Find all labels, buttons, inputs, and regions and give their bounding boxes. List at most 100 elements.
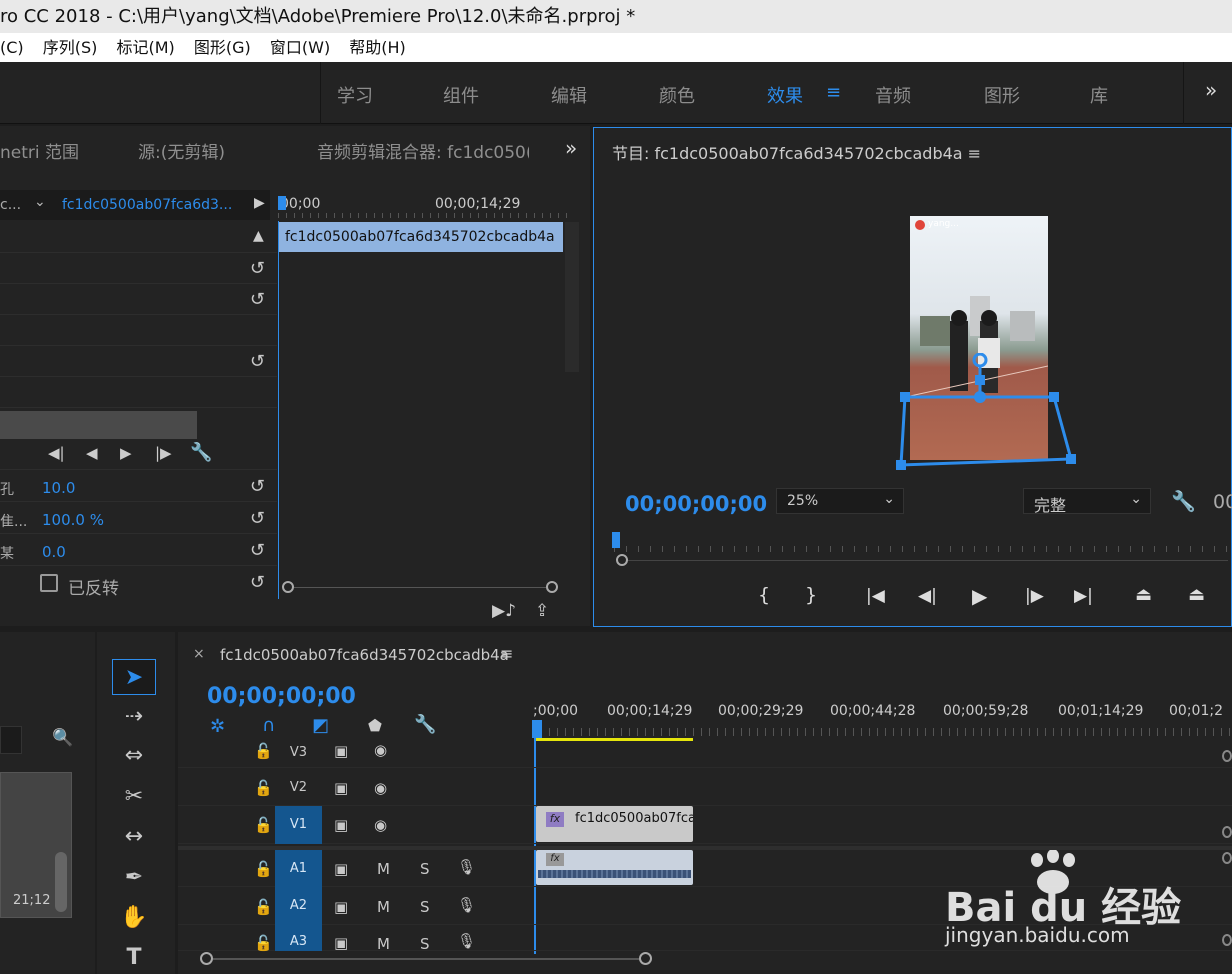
sequence-tab[interactable]: fc1dc0500ab07fca6d345702cbcadb4a (220, 646, 509, 664)
mini-timeline-ruler[interactable]: 00;00 00;00;14;29 (278, 190, 568, 220)
param-value[interactable]: 10.0 (42, 479, 75, 497)
menu-help[interactable]: 帮助(H) (349, 33, 406, 62)
track-label-v1[interactable]: V1 (275, 806, 322, 844)
vertical-scroll-handle[interactable] (1222, 750, 1232, 762)
hand-tool-icon[interactable]: ✋ (112, 900, 156, 936)
scroll-handle-left[interactable] (282, 581, 294, 593)
reset-icon[interactable]: ↺ (250, 476, 265, 497)
workspace-learning[interactable]: 学习 (337, 82, 373, 108)
mask-transform-box[interactable] (892, 353, 1082, 473)
sync-lock-icon[interactable]: ▣ (334, 779, 348, 797)
program-timecode[interactable]: 00;00;00;00 (625, 492, 767, 516)
lock-icon[interactable]: 🔓 (254, 742, 273, 760)
new-bin-icon[interactable]: 🔍 (52, 728, 73, 748)
param-value[interactable]: 0.0 (42, 543, 66, 561)
sync-lock-icon[interactable]: ▣ (334, 816, 348, 834)
menu-markers[interactable]: 标记(M) (117, 33, 175, 62)
reset-icon[interactable]: ↺ (250, 572, 265, 593)
reset-icon[interactable]: ↺ (250, 508, 265, 529)
vertical-scroll-handle[interactable] (1222, 852, 1232, 864)
reset-icon[interactable]: ↺ (250, 289, 265, 310)
tab-lumetri-scopes[interactable]: netri 范围 (0, 138, 79, 163)
video-clip[interactable]: fx fc1dc0500ab07fca6c (536, 806, 693, 842)
level-bar[interactable] (0, 411, 197, 439)
reset-icon[interactable]: ↺ (250, 258, 265, 279)
solo-button[interactable]: S (420, 898, 430, 916)
workspace-libraries[interactable]: 库 (1090, 82, 1108, 108)
slip-tool-icon[interactable]: ↔ (112, 819, 156, 855)
linked-selection-icon[interactable]: ◩ (312, 715, 329, 736)
go-to-out-icon[interactable]: ▶| (1074, 586, 1093, 606)
track-label-a1[interactable]: A1 (275, 850, 322, 887)
lock-icon[interactable]: 🔓 (254, 816, 273, 834)
workspace-menu-icon[interactable]: ≡ (826, 82, 841, 103)
zoom-handle[interactable] (616, 554, 628, 566)
mute-button[interactable]: M (377, 860, 390, 878)
timeline-horizontal-scrollbar[interactable] (200, 952, 652, 966)
program-scrubber[interactable] (614, 534, 1230, 554)
step-back-icon[interactable]: ◀| (48, 444, 65, 462)
menu-graphics[interactable]: 图形(G) (194, 33, 251, 62)
wrench-icon[interactable]: 🔧 (190, 442, 212, 463)
vertical-scroll-handle[interactable] (1222, 826, 1232, 838)
reset-icon[interactable]: ↺ (250, 540, 265, 561)
timeline-settings-wrench-icon[interactable]: 🔧 (414, 714, 436, 735)
settings-wrench-icon[interactable]: 🔧 (1171, 489, 1196, 513)
clip-name[interactable]: fc1dc0500ab07fca6d3... (62, 197, 232, 213)
audio-output-icon[interactable]: ▶♪ (492, 601, 516, 621)
eye-icon[interactable]: ◉ (374, 741, 387, 759)
reset-icon[interactable]: ↺ (250, 351, 265, 372)
step-forward-icon[interactable]: |▶ (155, 444, 172, 462)
vertical-scroll-handle[interactable] (1222, 934, 1232, 946)
search-input[interactable] (0, 726, 22, 754)
play-triangle-icon[interactable]: ▶ (254, 195, 265, 211)
tab-source[interactable]: 源:(无剪辑) (138, 138, 225, 163)
ripple-edit-tool-icon[interactable]: ⇔ (112, 738, 156, 774)
microphone-icon[interactable]: 🎙 (457, 896, 476, 914)
chevron-down-icon[interactable]: ⌄ (34, 194, 46, 210)
sync-lock-icon[interactable]: ▣ (334, 934, 348, 952)
type-tool-icon[interactable]: T (112, 940, 156, 974)
collapse-up-icon[interactable]: ▲ (253, 228, 264, 244)
mute-button[interactable]: M (377, 898, 390, 916)
param-value[interactable]: 100.0 % (42, 511, 104, 529)
menu-sequence[interactable]: 序列(S) (43, 33, 98, 62)
workspace-assembly[interactable]: 组件 (443, 82, 479, 108)
zoom-select[interactable]: 25% ⌄ (776, 488, 904, 514)
add-marker-icon[interactable]: ⬟ (368, 716, 382, 735)
eye-icon[interactable]: ◉ (374, 816, 387, 834)
reverse-icon[interactable]: ◀ (86, 444, 98, 462)
workspace-effects[interactable]: 效果 (767, 82, 803, 108)
workspace-editing[interactable]: 编辑 (551, 82, 587, 108)
lock-icon[interactable]: 🔓 (254, 898, 273, 916)
lock-icon[interactable]: 🔓 (254, 860, 273, 878)
quality-select[interactable]: 完整 ⌄ (1023, 488, 1151, 515)
mute-button[interactable]: M (377, 935, 390, 953)
program-playhead[interactable] (612, 532, 620, 548)
tab-audio-clip-mixer[interactable]: 音频剪辑混合器: fc1dc050( (317, 138, 529, 163)
extract-icon[interactable]: ⏏ (1188, 584, 1205, 605)
sync-lock-icon[interactable]: ▣ (334, 742, 348, 760)
mark-out-icon[interactable]: } (805, 584, 817, 606)
close-tab-icon[interactable]: × (193, 646, 205, 662)
track-label-a2[interactable]: A2 (275, 887, 322, 925)
pen-tool-icon[interactable]: ✒ (112, 860, 156, 896)
step-forward-icon[interactable]: |▶ (1025, 586, 1044, 606)
sync-lock-icon[interactable]: ▣ (334, 860, 348, 878)
go-to-in-icon[interactable]: |◀ (866, 586, 885, 606)
lock-icon[interactable]: 🔓 (254, 934, 273, 952)
menu-window[interactable]: 窗口(W) (270, 33, 330, 62)
export-icon[interactable]: ⇪ (535, 601, 549, 621)
panel-overflow-icon[interactable]: » (565, 136, 577, 160)
razor-tool-icon[interactable]: ✂ (112, 779, 156, 815)
eye-icon[interactable]: ◉ (374, 779, 387, 797)
workspace-audio[interactable]: 音频 (875, 82, 911, 108)
lock-icon[interactable]: 🔓 (254, 779, 273, 797)
scroll-handle-right[interactable] (546, 581, 558, 593)
step-back-icon[interactable]: ◀| (918, 586, 937, 606)
scroll-handle-right[interactable] (639, 952, 652, 965)
horizontal-scrollbar[interactable] (282, 581, 558, 595)
scroll-handle-left[interactable] (200, 952, 213, 965)
mark-in-icon[interactable]: { (758, 584, 770, 606)
audio-clip[interactable]: fx (536, 850, 693, 885)
